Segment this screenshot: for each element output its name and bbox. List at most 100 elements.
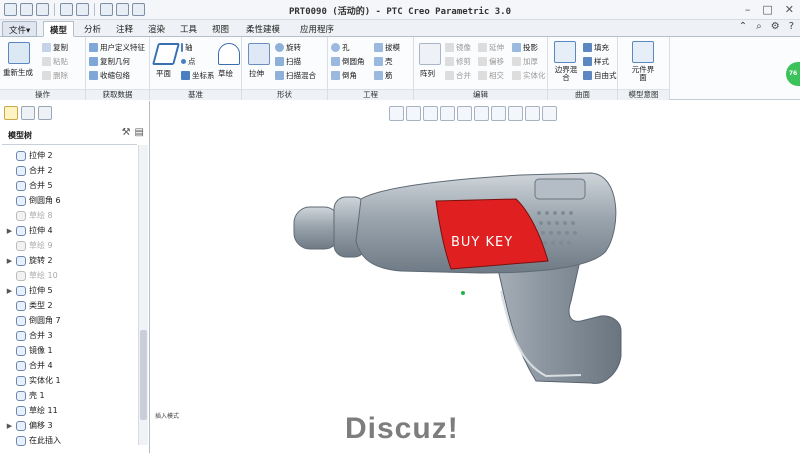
minimize-icon[interactable]: – (745, 3, 751, 16)
folder-browser-tab-icon[interactable] (21, 106, 35, 120)
component-interface-icon[interactable] (632, 41, 654, 63)
tree-item[interactable]: ▶ 旋转 2 (6, 253, 53, 268)
tree-item[interactable]: 倒圆角 6 (6, 193, 61, 208)
tree-item[interactable]: 拉伸 2 (6, 148, 53, 163)
round-button[interactable]: 倒圆角 (331, 56, 365, 67)
tree-item[interactable]: 壳 1 (6, 388, 45, 403)
tree-item[interactable]: ▶ 拉伸 4 (6, 223, 53, 238)
settings-icon[interactable]: ⚙ (771, 21, 780, 32)
axis-button[interactable]: 轴 (181, 42, 193, 53)
tree-item[interactable]: 草绘 8 (6, 208, 53, 223)
model-tree-tab-icon[interactable] (4, 106, 18, 120)
maximize-icon[interactable]: □ (762, 3, 772, 16)
revolve-button[interactable]: 旋转 (275, 42, 301, 53)
tree-item[interactable]: 倒圆角 7 (6, 313, 61, 328)
group-get-data-label[interactable]: 获取数据 (86, 89, 149, 100)
merge-button[interactable]: 合并 (445, 70, 471, 81)
tab-applications[interactable]: 应用程序 (294, 21, 340, 37)
trim-button[interactable]: 修剪 (445, 56, 471, 67)
expand-arrow-icon[interactable]: ▶ (6, 257, 13, 265)
tab-view[interactable]: 视图 (206, 21, 235, 37)
plane-icon[interactable] (152, 43, 180, 65)
tree-settings-icon[interactable]: ⚒ (122, 127, 131, 138)
pattern-label[interactable]: 阵列 (420, 68, 435, 79)
expand-arrow-icon[interactable]: ▶ (6, 287, 13, 295)
rib-button[interactable]: 筋 (374, 70, 393, 81)
tree-item[interactable]: 合并 5 (6, 178, 53, 193)
tree-item[interactable]: 类型 2 (6, 298, 53, 313)
draft-button[interactable]: 拔模 (374, 42, 400, 53)
plane-label[interactable]: 平面 (156, 68, 171, 79)
tree-scrollbar[interactable] (138, 145, 148, 445)
tree-item[interactable]: ▶ 拉伸 5 (6, 283, 53, 298)
extrude-icon[interactable] (248, 43, 270, 65)
udf-button[interactable]: 用户定义特征 (89, 42, 145, 53)
tab-analysis[interactable]: 分析 (78, 21, 107, 37)
regenerate-icon[interactable] (8, 42, 30, 64)
sweep-button[interactable]: 扫描 (275, 56, 301, 67)
tree-item[interactable]: 合并 2 (6, 163, 53, 178)
group-engineering-label[interactable]: 工程 (328, 89, 413, 100)
paste-button[interactable]: 粘贴 (42, 56, 68, 67)
fill-button[interactable]: 填充 (583, 42, 609, 53)
tree-item[interactable]: 草绘 10 (6, 268, 58, 283)
help-icon[interactable]: ? (789, 21, 794, 32)
tab-flexible-modeling[interactable]: 柔性建模 (240, 21, 286, 37)
group-operations-label[interactable]: 操作 (0, 89, 85, 100)
boundary-blend-label[interactable]: 边界混合 (553, 66, 579, 82)
csys-button[interactable]: 坐标系 (181, 70, 215, 81)
pattern-icon[interactable] (419, 43, 441, 65)
chamfer-button[interactable]: 倒角 (331, 70, 357, 81)
copy-button[interactable]: 复制 (42, 42, 68, 53)
tab-annotate[interactable]: 注释 (110, 21, 139, 37)
expand-arrow-icon[interactable]: ▶ (6, 227, 13, 235)
delete-button[interactable]: 删除 (42, 70, 68, 81)
tree-item[interactable]: 草绘 11 (6, 403, 58, 418)
tree-filter-icon[interactable]: ▤ (135, 127, 144, 138)
tab-tools[interactable]: 工具 (174, 21, 203, 37)
tree-item[interactable]: 草绘 9 (6, 238, 53, 253)
mirror-button[interactable]: 镜像 (445, 42, 471, 53)
close-icon[interactable]: ✕ (785, 3, 794, 16)
offset-button[interactable]: 偏移 (478, 56, 504, 67)
extend-button[interactable]: 延伸 (478, 42, 504, 53)
expand-arrow-icon[interactable]: ▶ (6, 422, 13, 430)
copy-geometry-button[interactable]: 复制几何 (89, 56, 130, 67)
group-model-intent-label[interactable]: 模型意图 (618, 89, 669, 100)
tree-item[interactable]: 合并 4 (6, 358, 53, 373)
group-shapes-label[interactable]: 形状 (242, 89, 327, 100)
expand-ribbon-icon[interactable]: ⌃ (739, 21, 747, 32)
tree-item[interactable]: 镜像 1 (6, 343, 53, 358)
freeform-button[interactable]: 自由式 (583, 70, 617, 81)
tree-item[interactable]: ▶ 偏移 3 (6, 418, 53, 433)
group-surfaces-label[interactable]: 曲面 (548, 89, 617, 100)
boundary-blend-icon[interactable] (554, 41, 576, 63)
component-interface-label[interactable]: 元件界面 (629, 66, 657, 82)
favorites-tab-icon[interactable] (38, 106, 52, 120)
tab-model[interactable]: 模型 (43, 21, 75, 37)
style-button[interactable]: 样式 (583, 56, 609, 67)
search-icon[interactable]: ⌕ (756, 21, 762, 32)
regenerate-label[interactable]: 重新生成 (3, 67, 33, 78)
hole-button[interactable]: 孔 (331, 42, 350, 53)
solidify-button[interactable]: 实体化 (512, 70, 546, 81)
project-button[interactable]: 投影 (512, 42, 538, 53)
group-editing-label[interactable]: 编辑 (414, 89, 547, 100)
graphics-window[interactable]: BUY KEY 插入模式 (151, 101, 800, 453)
swept-blend-button[interactable]: 扫描混合 (275, 70, 316, 81)
tab-render[interactable]: 渲染 (142, 21, 171, 37)
point-button[interactable]: 点 (181, 56, 196, 67)
sketch-label[interactable]: 草绘 (218, 68, 233, 79)
sketch-icon[interactable] (218, 43, 240, 65)
shrinkwrap-button[interactable]: 收缩包络 (89, 70, 130, 81)
tab-file[interactable]: 文件▾ (2, 21, 38, 37)
tree-scroll-thumb[interactable] (140, 330, 147, 420)
extrude-label[interactable]: 拉伸 (249, 68, 264, 79)
shell-button[interactable]: 壳 (374, 56, 393, 67)
tree-item[interactable]: 实体化 1 (6, 373, 61, 388)
group-datum-label[interactable]: 基准 (150, 89, 241, 100)
intersect-button[interactable]: 相交 (478, 70, 504, 81)
tree-item[interactable]: 在此插入 (6, 433, 61, 448)
tree-item[interactable]: 合并 3 (6, 328, 53, 343)
thicken-button[interactable]: 加厚 (512, 56, 538, 67)
